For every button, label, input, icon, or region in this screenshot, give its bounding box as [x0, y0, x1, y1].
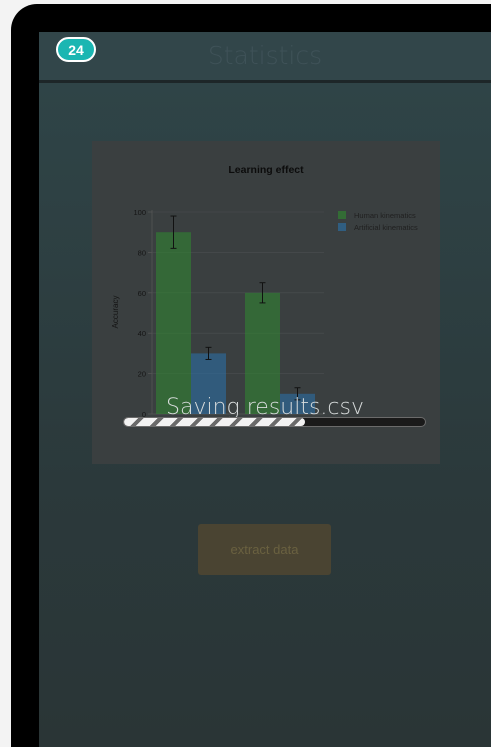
- app-screen: 24 Statistics Learning effect Accuracy 0…: [39, 32, 491, 747]
- extract-data-button[interactable]: extract data: [198, 524, 331, 575]
- main-content: Learning effect Accuracy 020406080100sho…: [39, 83, 491, 747]
- chart-title: Learning effect: [228, 164, 304, 176]
- save-progress-bar: [123, 417, 426, 427]
- y-tick-label: 40: [138, 329, 146, 338]
- save-progress-fill: [124, 418, 305, 426]
- bar-human-kinematics: [156, 232, 191, 414]
- y-tick-label: 100: [133, 208, 146, 217]
- page-title: Statistics: [207, 41, 323, 70]
- device-frame: 24 Statistics Learning effect Accuracy 0…: [11, 4, 491, 747]
- y-axis-label: Accuracy: [111, 296, 120, 329]
- legend-swatch: [338, 211, 346, 219]
- legend-label: Artificial kinematics: [354, 223, 418, 232]
- top-bar: 24 Statistics: [39, 32, 491, 83]
- y-tick-label: 80: [138, 248, 146, 257]
- y-tick-label: 60: [138, 289, 146, 298]
- legend-swatch: [338, 223, 346, 231]
- legend-label: Human kinematics: [354, 211, 416, 220]
- y-tick-label: 20: [138, 370, 146, 379]
